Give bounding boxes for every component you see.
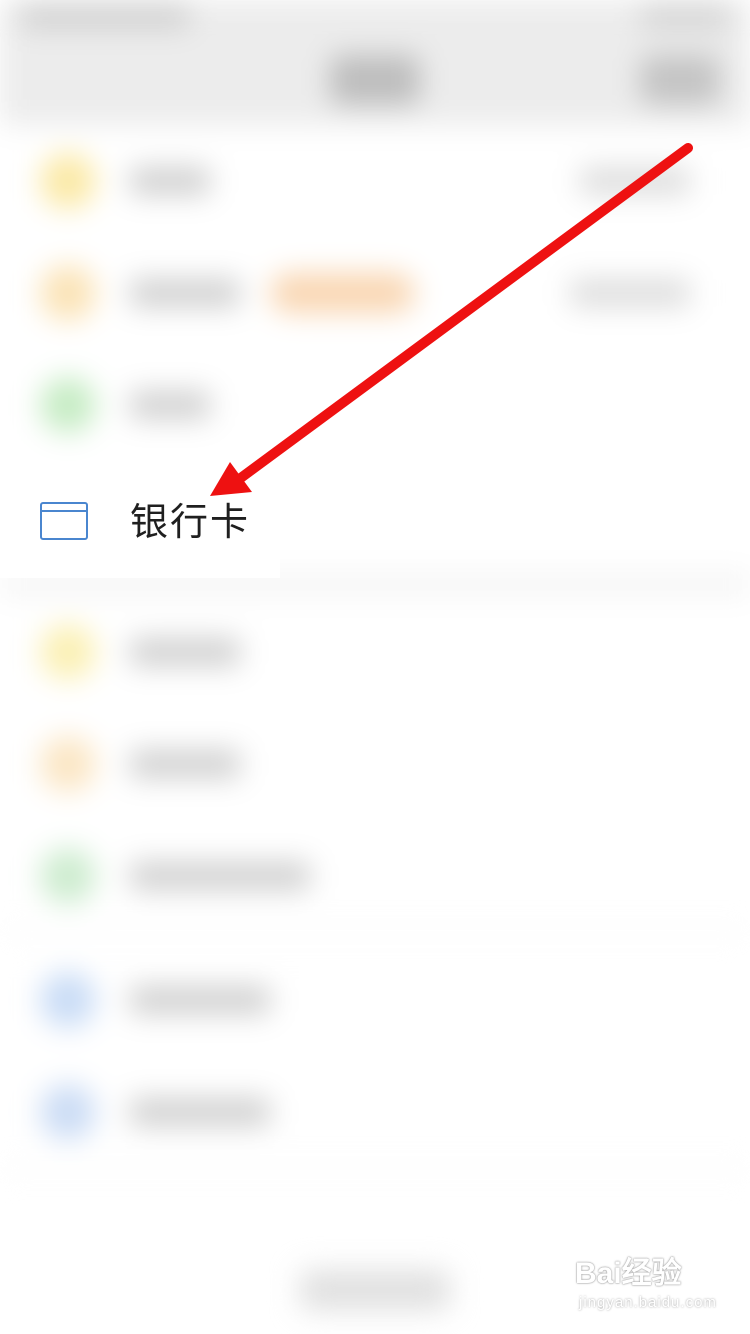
blurred-list-item[interactable] [0, 1056, 750, 1170]
blurred-list-item[interactable] [0, 944, 750, 1058]
blurred-list-item[interactable] [0, 125, 750, 239]
bank-card-label: 银行卡 [130, 500, 251, 544]
watermark-url: jingyan.baidu.com [579, 1294, 717, 1311]
blurred-list-item[interactable] [0, 820, 750, 934]
watermark-brand: Bai经验 [575, 1257, 682, 1290]
screen: 银行卡 Bai经验 jingyan.baidu.com [0, 0, 750, 1334]
blurred-footer [300, 1270, 450, 1310]
blurred-list-item[interactable] [0, 596, 750, 710]
blurred-list-item[interactable] [0, 349, 750, 463]
blurred-header [0, 0, 750, 125]
bank-card-icon [40, 502, 88, 540]
blurred-background [0, 0, 750, 1334]
blurred-list-item[interactable] [0, 237, 750, 351]
blurred-list-item[interactable] [0, 708, 750, 822]
baidu-jingyan-watermark: Bai经验 jingyan.baidu.com [575, 1248, 735, 1320]
